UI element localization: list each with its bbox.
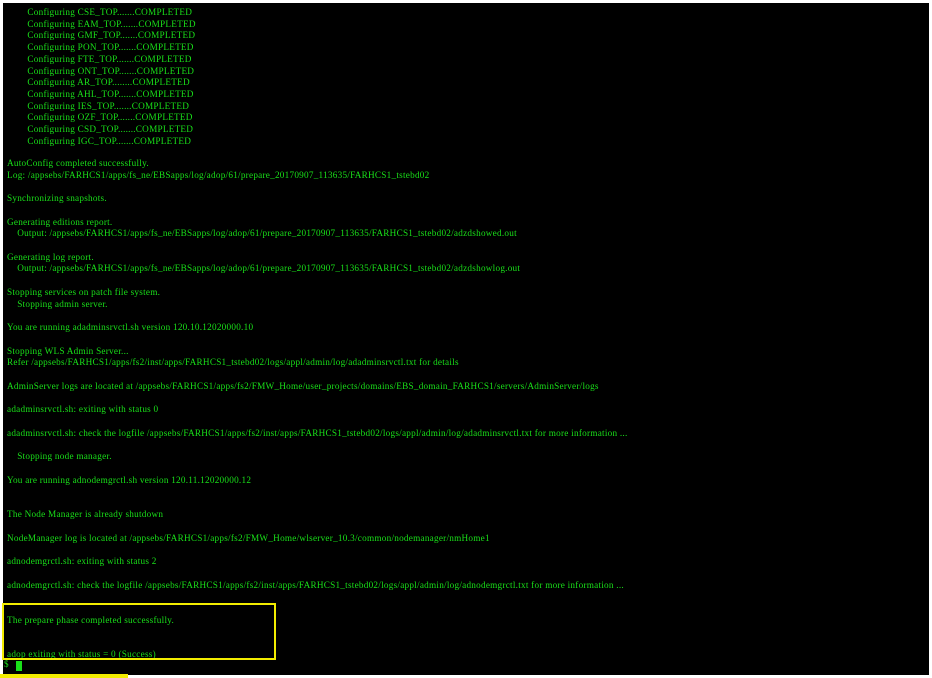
terminal-line: adadminsrvctl.sh: exiting with status 0 [7, 404, 159, 414]
terminal-line: Configuring CSE_TOP.......COMPLETED [7, 7, 193, 17]
terminal-line: NodeManager log is located at /appsebs/F… [7, 533, 490, 543]
terminal-line: You are running adadminsrvctl.sh version… [7, 322, 254, 332]
terminal-line: The Node Manager is already shutdown [7, 509, 164, 519]
terminal-line: AutoConfig completed successfully. [7, 158, 149, 168]
terminal-line: Output: /appsebs/FARHCS1/apps/fs_ne/EBSa… [7, 263, 521, 273]
terminal-line: Log: /appsebs/FARHCS1/apps/fs_ne/EBSapps… [7, 170, 430, 180]
highlight-marker [0, 674, 128, 678]
terminal-line: Synchronizing snapshots. [7, 193, 107, 203]
terminal-line: Stopping admin server. [7, 299, 108, 309]
terminal-line: adnodemgrctl.sh: check the logfile /apps… [7, 580, 624, 590]
terminal-line: Configuring EAM_TOP.......COMPLETED [7, 18, 196, 29]
terminal-line: Configuring OZF_TOP.......COMPLETED [7, 112, 193, 123]
terminal-line: Configuring FTE_TOP.......COMPLETED [7, 53, 192, 64]
terminal-line: Configuring GMF_TOP.......COMPLETED [7, 30, 196, 41]
terminal-line: Configuring ONT_TOP.......COMPLETED [7, 65, 195, 76]
terminal-line: Configuring AHL_TOP.......COMPLETED [7, 88, 194, 99]
terminal-line: Stopping WLS Admin Server... [7, 346, 129, 356]
terminal-line: Generating log report. [7, 252, 94, 262]
terminal-line: adadminsrvctl.sh: check the logfile /app… [7, 428, 628, 438]
terminal-line: Generating editions report. [7, 217, 113, 227]
terminal-line: Configuring IGC_TOP.......COMPLETED [7, 135, 192, 146]
terminal-line: AdminServer logs are located at /appsebs… [7, 381, 599, 391]
terminal-line: Configuring AR_TOP........COMPLETED [7, 77, 190, 88]
terminal-line: Stopping node manager. [7, 451, 112, 461]
terminal-line: Configuring CSD_TOP.......COMPLETED [7, 124, 194, 134]
shell-prompt: $ [4, 659, 9, 669]
success-highlight-box [2, 603, 276, 660]
terminal-line: Refer /appsebs/FARHCS1/apps/fs2/inst/app… [7, 357, 459, 367]
terminal-cursor[interactable] [16, 661, 22, 671]
terminal-line: Configuring IES_TOP.......COMPLETED [7, 100, 190, 111]
terminal-line: Stopping services on patch file system. [7, 287, 161, 297]
terminal-window[interactable]: Configuring CSE_TOP.......COMPLETED Conf… [3, 3, 929, 675]
terminal-line: You are running adnodemgrctl.sh version … [7, 475, 252, 485]
terminal-line: Output: /appsebs/FARHCS1/apps/fs_ne/EBSa… [7, 228, 517, 238]
terminal-line: Configuring PON_TOP.......COMPLETED [7, 42, 194, 53]
terminal-line: adnodemgrctl.sh: exiting with status 2 [7, 556, 157, 566]
